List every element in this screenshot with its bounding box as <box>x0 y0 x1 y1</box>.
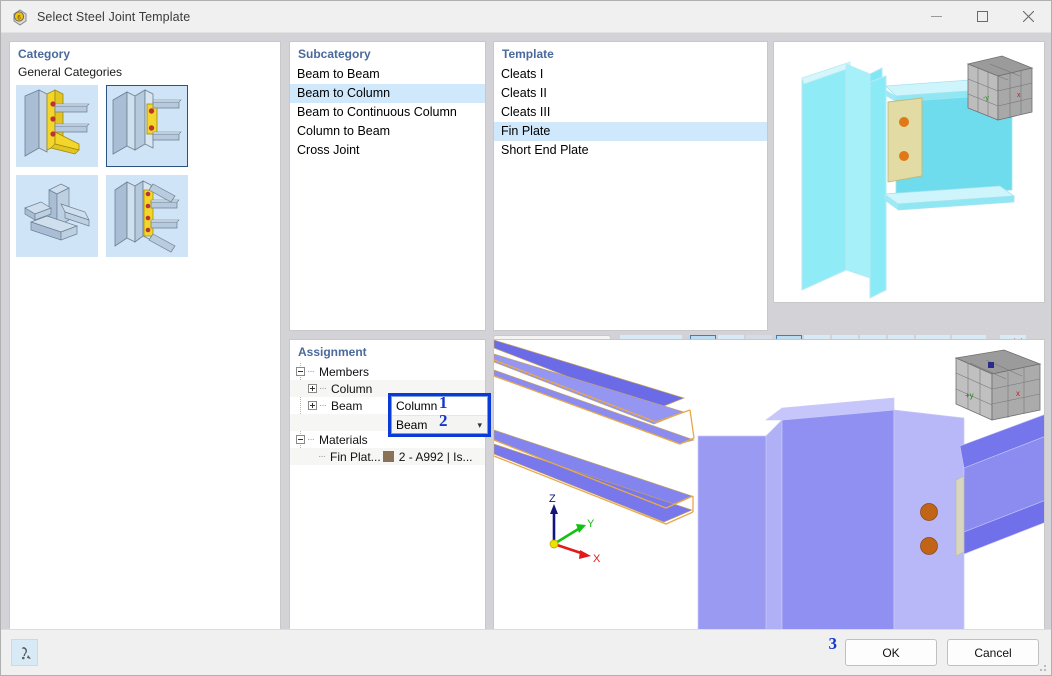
dialog-window: 6 Select Steel Joint Template Category G… <box>0 0 1052 676</box>
marker-1: 1 <box>439 393 448 412</box>
combo-value-beam: Beam <box>396 417 428 432</box>
template-item-fin-plate[interactable]: Fin Plate <box>494 122 767 141</box>
svg-text:-y: -y <box>983 95 989 102</box>
nav-cube-top: -y x <box>966 55 1034 121</box>
minimize-button[interactable] <box>913 1 959 33</box>
template-title: Template <box>494 42 767 65</box>
subcategory-item-beam-to-column[interactable]: Beam to Column <box>290 84 485 103</box>
window-title: Select Steel Joint Template <box>37 9 191 24</box>
template-item-cleats-iii[interactable]: Cleats III <box>494 103 767 122</box>
template-item-cleats-i[interactable]: Cleats I <box>494 65 767 84</box>
tree-connector: ··· <box>318 451 326 462</box>
svg-text:+y: +y <box>965 391 974 400</box>
template-item-short-end-plate[interactable]: Short End Plate <box>494 141 767 160</box>
thumb-bolted-end-plate-haunch[interactable] <box>16 85 98 167</box>
tree-label-members: Members <box>319 364 370 379</box>
collapse-icon-materials[interactable] <box>296 435 305 444</box>
marker-2: 2 <box>439 411 448 430</box>
material-value: 2 - A992 | Is... <box>398 449 473 464</box>
svg-text:x: x <box>1016 389 1020 398</box>
ok-button[interactable]: OK <box>845 639 937 666</box>
app-icon: 6 <box>11 8 29 26</box>
combo-value-column: Column <box>396 399 438 413</box>
tree-label-fin-plate: Fin Plat... <box>330 449 381 464</box>
thumb-beam-to-column-fin-plate[interactable] <box>106 85 188 167</box>
assignment-panel: Assignment ··· Members ··· Column ··· Be… <box>289 339 491 630</box>
tree-row-members[interactable]: ··· Members <box>290 363 485 380</box>
category-panel: Category General Categories <box>9 41 281 630</box>
thumb-brace-connection[interactable] <box>106 175 188 257</box>
nav-cube-main: +y x <box>954 349 1042 421</box>
tree-connector: ··· <box>307 434 315 445</box>
member-assignment-combo-highlight: Column Beam ▾ 1 2 <box>388 393 491 437</box>
expand-icon-column[interactable] <box>308 384 317 393</box>
dialog-footer: 3 OK Cancel <box>1 629 1051 675</box>
template-list[interactable]: Cleats I Cleats II Cleats III Fin Plate … <box>494 65 767 160</box>
axis-triad: Z Y X <box>549 493 601 565</box>
subcategory-item-cross-joint[interactable]: Cross Joint <box>290 141 485 160</box>
marker-3: 3 <box>828 633 838 653</box>
window-controls <box>913 1 1051 33</box>
subcategory-item-beam-to-beam[interactable]: Beam to Beam <box>290 65 485 84</box>
maximize-button[interactable] <box>959 1 1005 33</box>
chevron-down-icon[interactable]: ▾ <box>477 420 482 431</box>
category-subtitle: General Categories <box>18 65 123 79</box>
material-color-swatch <box>382 451 394 462</box>
footer-buttons: 3 OK Cancel <box>829 634 1039 666</box>
tree-row-fin-plate-material[interactable]: ··· Fin Plat... 2 - A992 | Is... <box>290 448 485 465</box>
subcategory-item-beam-to-continuous-column[interactable]: Beam to Continuous Column <box>290 103 485 122</box>
svg-text:Z: Z <box>549 493 556 505</box>
expand-icon-beam[interactable] <box>308 401 317 410</box>
close-button[interactable] <box>1005 1 1051 33</box>
svg-text:x: x <box>1017 92 1021 99</box>
tree-connector: ··· <box>319 400 327 411</box>
tree-label-beam: Beam <box>331 398 363 413</box>
tree-label-materials: Materials <box>319 432 368 447</box>
resize-grip[interactable] <box>1036 661 1048 673</box>
model-viewport-3d[interactable]: Z Y X +y x <box>493 339 1045 630</box>
dialog-body: Category General Categories Subcategory … <box>1 33 1051 658</box>
svg-text:X: X <box>593 553 601 565</box>
help-button[interactable] <box>11 639 38 666</box>
thumb-hollow-section-cross-joint[interactable] <box>16 175 98 257</box>
tree-label-column: Column <box>331 381 373 396</box>
cancel-button[interactable]: Cancel <box>947 639 1039 666</box>
category-thumbnails <box>10 85 280 257</box>
subcategory-item-column-to-beam[interactable]: Column to Beam <box>290 122 485 141</box>
tree-connector: ··· <box>319 383 327 394</box>
subcategory-title: Subcategory <box>290 42 485 65</box>
tree-connector: ··· <box>307 366 315 377</box>
category-title: Category <box>10 42 280 65</box>
assignment-title: Assignment <box>290 340 485 363</box>
template-item-cleats-ii[interactable]: Cleats II <box>494 84 767 103</box>
template-panel: Template Cleats I Cleats II Cleats III F… <box>493 41 768 331</box>
svg-text:Y: Y <box>587 518 595 530</box>
subcategory-panel: Subcategory Beam to Beam Beam to Column … <box>289 41 486 331</box>
collapse-icon-members[interactable] <box>296 367 305 376</box>
template-preview-3d[interactable]: -y x <box>773 41 1045 303</box>
title-bar: 6 Select Steel Joint Template <box>1 1 1051 33</box>
assignment-tree: ··· Members ··· Column ··· Beam ··· Mate… <box>290 363 491 465</box>
subcategory-list[interactable]: Beam to Beam Beam to Column Beam to Cont… <box>290 65 485 160</box>
